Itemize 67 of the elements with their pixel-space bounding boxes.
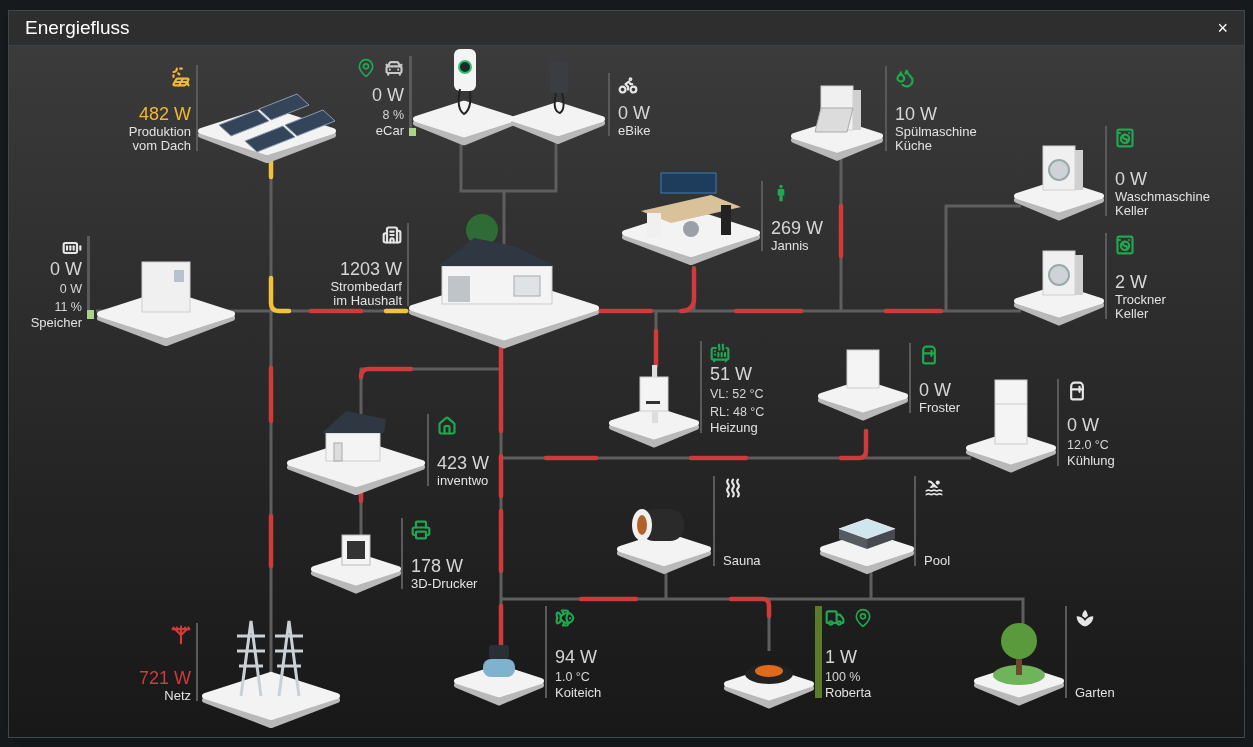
device-label: Garten xyxy=(1075,686,1115,700)
power-value: 482 W xyxy=(138,103,191,125)
grid-flow-segment xyxy=(688,455,749,461)
power-value: 94 W xyxy=(555,646,597,668)
grid-flow-segment xyxy=(653,328,659,369)
grid-flow-segment xyxy=(268,365,274,424)
reading-value: 12.0 °C xyxy=(1067,437,1109,454)
grid-flow-segment xyxy=(578,596,639,602)
solar-flow-segment xyxy=(383,308,409,314)
reading-value: 1.0 °C xyxy=(555,669,590,686)
device-label: eCar xyxy=(375,124,404,138)
device-label: Sauna xyxy=(723,554,761,568)
power-value: 51 W xyxy=(710,363,752,385)
grid-flow-segment xyxy=(728,596,772,619)
power-value: 0 W xyxy=(1067,414,1099,436)
grid-flow-segment xyxy=(268,513,274,569)
power-value: 0 W xyxy=(372,84,404,106)
device-label: Trockner Keller xyxy=(1115,293,1166,321)
grid-flow-segment xyxy=(838,203,844,259)
power-value: 178 W xyxy=(411,555,464,577)
device-label: Heizung xyxy=(710,421,758,435)
grid-flow-segment xyxy=(838,428,869,461)
device-label: Netz xyxy=(164,689,191,703)
reading-value: VL: 52 °C xyxy=(710,386,764,403)
reading-value: 100 % xyxy=(825,669,861,686)
device-label: Speicher xyxy=(30,316,82,330)
device-label: 3D-Drucker xyxy=(411,577,478,591)
power-value: 2 W xyxy=(1115,271,1147,293)
grid-flow-segment xyxy=(543,455,599,461)
device-label: Roberta xyxy=(825,686,872,700)
grid-flow-segment xyxy=(883,308,944,314)
solar-flow-segment xyxy=(268,158,274,180)
power-value: 0 W xyxy=(919,379,951,401)
device-label: Kühlung xyxy=(1067,454,1115,468)
device-label: Froster xyxy=(919,401,961,415)
window-title: Energiefluss xyxy=(25,15,130,40)
device-label: Produktion vom Dach xyxy=(128,125,191,153)
grid-flow-segment xyxy=(498,453,504,499)
power-value: 1 W xyxy=(825,646,857,668)
device-label: Koiteich xyxy=(555,686,602,700)
power-value: 0 W xyxy=(1115,168,1147,190)
device-label: eBike xyxy=(618,124,651,138)
reading-value: 8 % xyxy=(382,107,404,124)
device-label: Waschmaschine Keller xyxy=(1115,190,1210,218)
power-value: 0 W xyxy=(50,258,82,280)
device-label: Spülmaschine Küche xyxy=(895,125,977,153)
device-label: Pool xyxy=(924,554,951,568)
grid-flow-segment xyxy=(678,266,697,314)
power-value: 269 W xyxy=(771,217,824,239)
device-label: inventwo xyxy=(437,474,489,488)
solar-flow-segment xyxy=(268,275,292,314)
power-value: 0 W xyxy=(618,102,650,124)
reading-value: 0 W xyxy=(59,281,82,298)
grid-flow-segment xyxy=(308,308,364,314)
grid-flow-segment xyxy=(733,308,804,314)
device-label: Strombedarf im Haushalt xyxy=(330,280,402,308)
device-label: Jannis xyxy=(771,239,809,253)
grid-flow-segment xyxy=(358,366,414,380)
power-value: 10 W xyxy=(895,103,937,125)
grid-flow-segment xyxy=(498,508,504,574)
power-value: 423 W xyxy=(437,452,490,474)
reading-value: RL: 48 °C xyxy=(710,404,765,421)
power-value: 721 W xyxy=(138,667,191,689)
reading-value: 11 % xyxy=(54,299,82,316)
close-button[interactable]: × xyxy=(1217,19,1228,37)
grid-flow-segment xyxy=(596,308,654,314)
power-value: 1203 W xyxy=(339,258,402,280)
